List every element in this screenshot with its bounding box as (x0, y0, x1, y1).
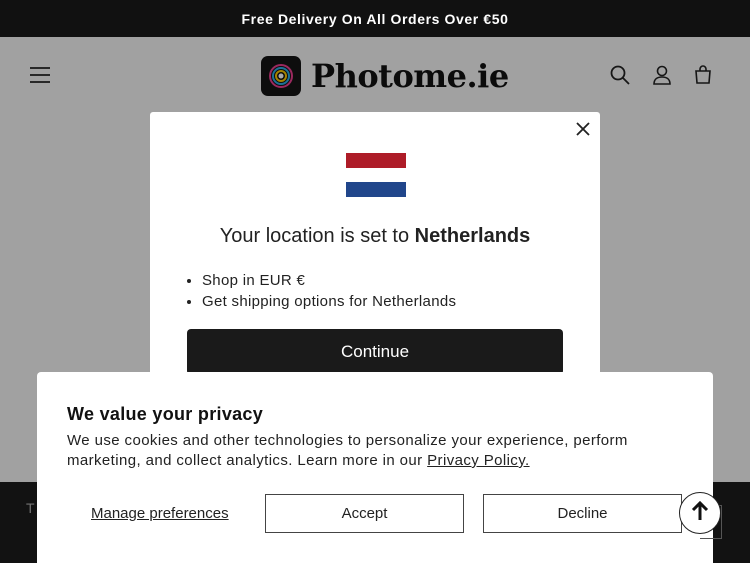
close-icon[interactable] (574, 120, 592, 138)
scroll-to-top-button[interactable] (679, 492, 721, 534)
location-country: Netherlands (414, 225, 531, 247)
list-item: Get shipping options for Netherlands (202, 291, 456, 312)
cookie-text: We use cookies and other technologies to… (67, 431, 667, 471)
location-info-list: Shop in EUR € Get shipping options for N… (202, 270, 456, 312)
decline-button[interactable]: Decline (483, 494, 682, 533)
continue-button[interactable]: Continue (187, 329, 563, 375)
manage-preferences-link[interactable]: Manage preferences (91, 505, 229, 522)
netherlands-flag-icon (346, 153, 406, 197)
cookie-banner: We value your privacy We use cookies and… (37, 372, 713, 563)
location-modal: Your location is set to Netherlands Shop… (150, 112, 600, 392)
announcement-bar: Free Delivery On All Orders Over €50 (0, 0, 750, 37)
accept-button[interactable]: Accept (265, 494, 464, 533)
location-title-prefix: Your location is set to (219, 225, 410, 247)
location-title: Your location is set to Netherlands (150, 225, 600, 248)
arrow-up-icon (691, 500, 709, 526)
announcement-text: Free Delivery On All Orders Over €50 (241, 10, 509, 27)
privacy-policy-link[interactable]: Privacy Policy. (427, 452, 529, 469)
cookie-body: We use cookies and other technologies to… (67, 432, 628, 469)
list-item: Shop in EUR € (202, 270, 456, 291)
cookie-title: We value your privacy (67, 404, 264, 424)
